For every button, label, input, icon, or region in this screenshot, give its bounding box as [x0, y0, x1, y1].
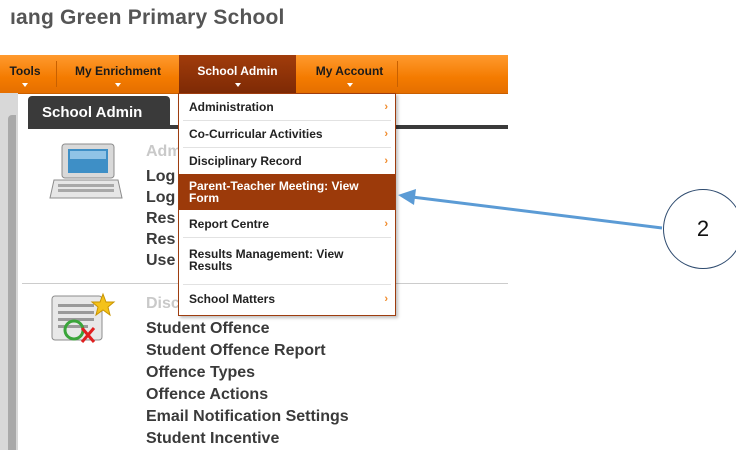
menu-item-parent-teacher-meeting[interactable]: Parent-Teacher Meeting: View Form [179, 174, 395, 210]
admin-link[interactable]: Use [146, 250, 175, 271]
nav-my-account-label: My Account [315, 64, 384, 78]
menu-item-report-centre[interactable]: Report Centre › [179, 211, 395, 237]
nav-tools[interactable]: Tools [0, 55, 50, 93]
menu-item-label: Disciplinary Record [189, 154, 302, 168]
admin-link[interactable]: Log [146, 187, 175, 208]
menu-item-label: School Matters [189, 292, 276, 306]
school-title: ıang Green Primary School [10, 6, 285, 29]
email-notification-settings-link[interactable]: Email Notification Settings [146, 406, 349, 427]
menu-item-label: Co-Curricular Activities [189, 127, 323, 141]
nav-tools-label: Tools [9, 64, 41, 78]
menu-item-label: Parent-Teacher Meeting: View Form [189, 179, 359, 205]
annotation-circle: 2 [663, 189, 736, 269]
nav-school-admin-label: School Admin [197, 64, 278, 78]
student-incentive-link[interactable]: Student Incentive [146, 428, 279, 449]
nav-my-enrichment[interactable]: My Enrichment [62, 55, 174, 93]
admin-link[interactable]: Res [146, 208, 175, 229]
annotation-arrow [398, 189, 663, 230]
chevron-down-icon [22, 83, 28, 87]
nav-my-enrichment-label: My Enrichment [74, 64, 161, 78]
admin-link[interactable]: Log [146, 166, 175, 187]
chevron-down-icon [234, 83, 241, 87]
main-nav-bar: Tools My Enrichment School Admin My Acco… [0, 55, 508, 94]
offence-actions-link[interactable]: Offence Actions [146, 384, 268, 405]
chevron-down-icon [346, 83, 353, 87]
student-offence-link[interactable]: Student Offence [146, 318, 270, 339]
menu-item-label: Administration [189, 100, 274, 114]
chevron-down-icon [115, 83, 121, 87]
annotation-number: 2 [696, 216, 710, 241]
chevron-right-icon: › [384, 155, 388, 167]
menu-item-results-management[interactable]: Results Management: View Results [179, 238, 395, 284]
nav-separator [56, 61, 57, 87]
nav-school-admin[interactable]: School Admin [179, 55, 296, 93]
school-admin-dropdown-menu: Administration › Co-Curricular Activitie… [178, 93, 396, 316]
menu-item-label: Report Centre [189, 217, 270, 231]
computer-icon [48, 142, 123, 204]
menu-item-co-curricular-activities[interactable]: Co-Curricular Activities › [179, 121, 395, 147]
nav-my-account[interactable]: My Account [302, 55, 397, 93]
section-admin-title: Adm [146, 143, 182, 160]
panel-title: School Admin [42, 104, 143, 121]
menu-item-label: Results Management: View Results [189, 247, 344, 273]
chevron-right-icon: › [384, 128, 388, 140]
student-offence-report-link[interactable]: Student Offence Report [146, 340, 326, 361]
panel-header: School Admin [28, 96, 170, 126]
nav-separator [397, 61, 398, 87]
left-sidebar-tab [8, 115, 16, 450]
menu-item-administration[interactable]: Administration › [179, 94, 395, 120]
offence-types-link[interactable]: Offence Types [146, 362, 255, 383]
menu-item-disciplinary-record[interactable]: Disciplinary Record › [179, 148, 395, 173]
chevron-right-icon: › [384, 293, 388, 305]
menu-item-school-matters[interactable]: School Matters › [179, 285, 395, 313]
discipline-document-icon [48, 292, 118, 350]
chevron-right-icon: › [384, 218, 388, 230]
admin-link[interactable]: Res [146, 229, 175, 250]
chevron-right-icon: › [384, 101, 388, 113]
section-discipline-title: Disc [146, 295, 180, 312]
